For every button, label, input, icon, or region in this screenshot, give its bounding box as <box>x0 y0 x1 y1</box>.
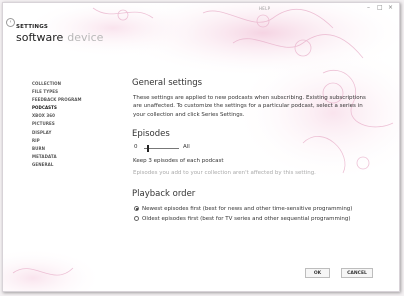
settings-window: HELP – □ × ‹ SETTINGS software device COL… <box>2 2 400 292</box>
tab-software[interactable]: software <box>16 31 63 44</box>
minimize-button[interactable]: – <box>367 4 370 12</box>
maximize-button[interactable]: □ <box>377 4 383 12</box>
radio-label: Newest episodes first (best for news and… <box>142 206 353 212</box>
sidebar-item-burn[interactable]: BURN <box>32 145 82 153</box>
playback-order-heading: Playback order <box>132 189 196 199</box>
episodes-slider[interactable]: 0 All <box>134 144 194 152</box>
sidebar-item-file-types[interactable]: FILE TYPES <box>32 88 82 96</box>
radio-unselected-icon[interactable] <box>134 216 139 221</box>
pivot-tabs: software device <box>16 31 103 44</box>
description-line: your collection and click Series Setting… <box>133 111 245 118</box>
radio-oldest-first[interactable]: Oldest episodes first (best for TV serie… <box>134 216 351 222</box>
general-settings-heading: General settings <box>132 78 203 88</box>
keep-episodes-text: Keep 3 episodes of each podcast <box>133 158 224 164</box>
sidebar-nav: COLLECTION FILE TYPES FEEDBACK PROGRAM P… <box>32 80 82 169</box>
help-link[interactable]: HELP <box>259 6 270 11</box>
sidebar-item-xbox-360[interactable]: XBOX 360 <box>32 112 82 120</box>
close-button[interactable]: × <box>388 4 393 12</box>
sidebar-item-general[interactable]: GENERAL <box>32 161 82 169</box>
slider-track[interactable] <box>144 148 179 149</box>
description-line: These settings are applied to new podcas… <box>133 95 366 101</box>
slider-max-label: All <box>183 144 190 150</box>
radio-label: Oldest episodes first (best for TV serie… <box>142 216 351 222</box>
sidebar-item-metadata[interactable]: METADATA <box>32 153 82 161</box>
slider-thumb[interactable] <box>147 145 149 152</box>
tab-device[interactable]: device <box>67 31 103 44</box>
episodes-heading: Episodes <box>132 129 170 139</box>
ok-button[interactable]: OK <box>305 268 330 278</box>
description-line: are unaffected. To customize the setting… <box>133 103 363 110</box>
sidebar-item-podcasts[interactable]: PODCASTS <box>32 104 82 112</box>
page-title: SETTINGS <box>16 24 49 30</box>
sidebar-item-pictures[interactable]: PICTURES <box>32 120 82 128</box>
general-settings-description: These settings are applied to new podcas… <box>133 94 366 119</box>
slider-min-label: 0 <box>134 144 138 150</box>
sidebar-item-display[interactable]: DISPLAY <box>32 129 82 137</box>
episodes-note: Episodes you add to your collection aren… <box>133 170 316 176</box>
sidebar-item-collection[interactable]: COLLECTION <box>32 80 82 88</box>
sidebar-item-rip[interactable]: RIP <box>32 137 82 145</box>
cancel-button[interactable]: CANCEL <box>341 268 373 278</box>
radio-newest-first[interactable]: Newest episodes first (best for news and… <box>134 206 352 212</box>
radio-selected-icon[interactable] <box>134 206 139 211</box>
back-arrow-icon[interactable]: ‹ <box>6 18 15 27</box>
sidebar-item-feedback-program[interactable]: FEEDBACK PROGRAM <box>32 96 82 104</box>
